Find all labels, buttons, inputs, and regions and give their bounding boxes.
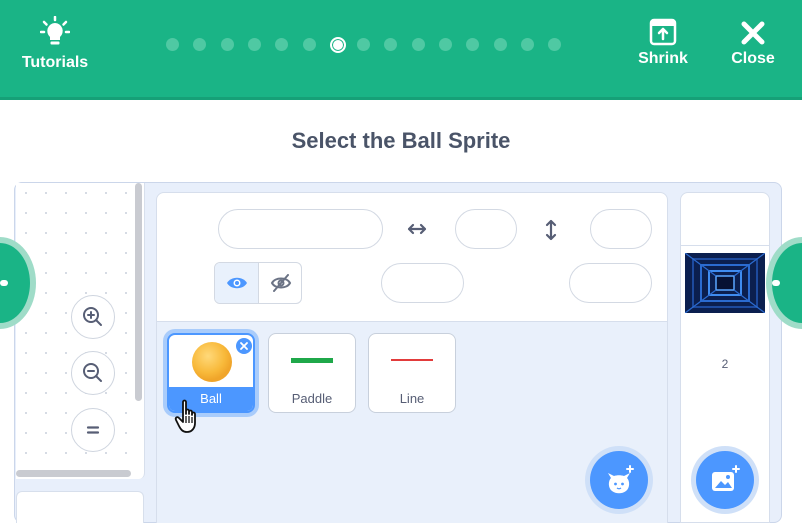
- zoom-out-button[interactable]: [71, 351, 115, 395]
- progress-dot[interactable]: [275, 38, 289, 51]
- stage-panel-divider: [681, 245, 769, 246]
- image-plus-icon: [712, 465, 740, 491]
- delete-sprite-button[interactable]: [236, 338, 252, 354]
- paddle-sprite-thumbnail: [291, 358, 333, 363]
- choose-backdrop-button[interactable]: [696, 451, 754, 509]
- zoom-in-button[interactable]: [71, 295, 115, 339]
- next-arrow-icon: [772, 280, 780, 286]
- sprite-name-paddle: Paddle: [291, 391, 333, 406]
- sprite-name-field[interactable]: [218, 209, 383, 249]
- sprite-tile-line[interactable]: Line: [368, 333, 456, 413]
- progress-dot[interactable]: [329, 37, 346, 53]
- progress-dot[interactable]: [166, 38, 179, 51]
- y-position-icon: [545, 219, 557, 241]
- close-x-icon: [741, 21, 765, 45]
- cat-plus-icon: [608, 465, 634, 494]
- y-position-field[interactable]: [590, 209, 652, 249]
- direction-field[interactable]: [569, 263, 652, 303]
- progress-dot[interactable]: [493, 38, 507, 51]
- code-area-horizontal-scrollbar[interactable]: [16, 470, 131, 477]
- x-position-field[interactable]: [455, 209, 517, 249]
- equals-icon: [86, 426, 100, 434]
- sprite-name-line: Line: [399, 391, 425, 406]
- size-field[interactable]: [381, 263, 464, 303]
- hide-sprite-button[interactable]: [259, 263, 301, 303]
- line-sprite-thumbnail: [391, 359, 433, 361]
- progress-dot[interactable]: [247, 38, 261, 51]
- zoom-out-icon: [83, 363, 102, 382]
- lightbulb-icon: [40, 16, 70, 45]
- shrink-label: Shrink: [638, 50, 688, 67]
- backdrop-thumbnail[interactable]: [685, 253, 765, 313]
- zoom-in-icon: [83, 307, 102, 326]
- eye-icon: [226, 277, 247, 289]
- close-x-icon: [240, 342, 248, 350]
- tutorial-header: Tutorials Shrink Close: [0, 0, 802, 100]
- code-area-vertical-scrollbar[interactable]: [135, 183, 142, 401]
- progress-dot[interactable]: [302, 38, 316, 51]
- eye-slash-icon: [270, 274, 292, 292]
- tutorials-button[interactable]: Tutorials: [20, 16, 90, 72]
- progress-dot[interactable]: [548, 38, 562, 51]
- sprite-tile-paddle[interactable]: Paddle: [268, 333, 356, 413]
- progress-dot[interactable]: [466, 38, 480, 51]
- backdrop-count: 2: [721, 357, 729, 371]
- show-sprite-button[interactable]: [215, 263, 259, 303]
- code-area-lower: [16, 491, 144, 523]
- progress-dot[interactable]: [357, 38, 371, 51]
- hand-pointer-icon: [174, 399, 196, 433]
- ball-sprite-thumbnail: [192, 342, 232, 382]
- progress-dot[interactable]: [439, 38, 452, 51]
- visibility-toggle: [214, 262, 302, 304]
- progress-dot[interactable]: [520, 38, 534, 51]
- x-position-icon: [407, 223, 427, 235]
- tutorials-label: Tutorials: [21, 54, 89, 71]
- tutorial-step-title: Select the Ball Sprite: [291, 128, 511, 153]
- progress-dot[interactable]: [220, 38, 234, 51]
- progress-dot[interactable]: [193, 38, 207, 51]
- close-label: Close: [731, 50, 775, 67]
- choose-sprite-button[interactable]: [590, 451, 648, 509]
- shrink-button[interactable]: Shrink: [632, 18, 694, 68]
- zoom-reset-button[interactable]: [71, 408, 115, 452]
- previous-arrow-icon: [0, 280, 8, 286]
- close-button[interactable]: Close: [724, 20, 782, 68]
- progress-dot[interactable]: [384, 38, 398, 51]
- shrink-window-icon: [649, 18, 677, 46]
- progress-dot[interactable]: [411, 38, 425, 51]
